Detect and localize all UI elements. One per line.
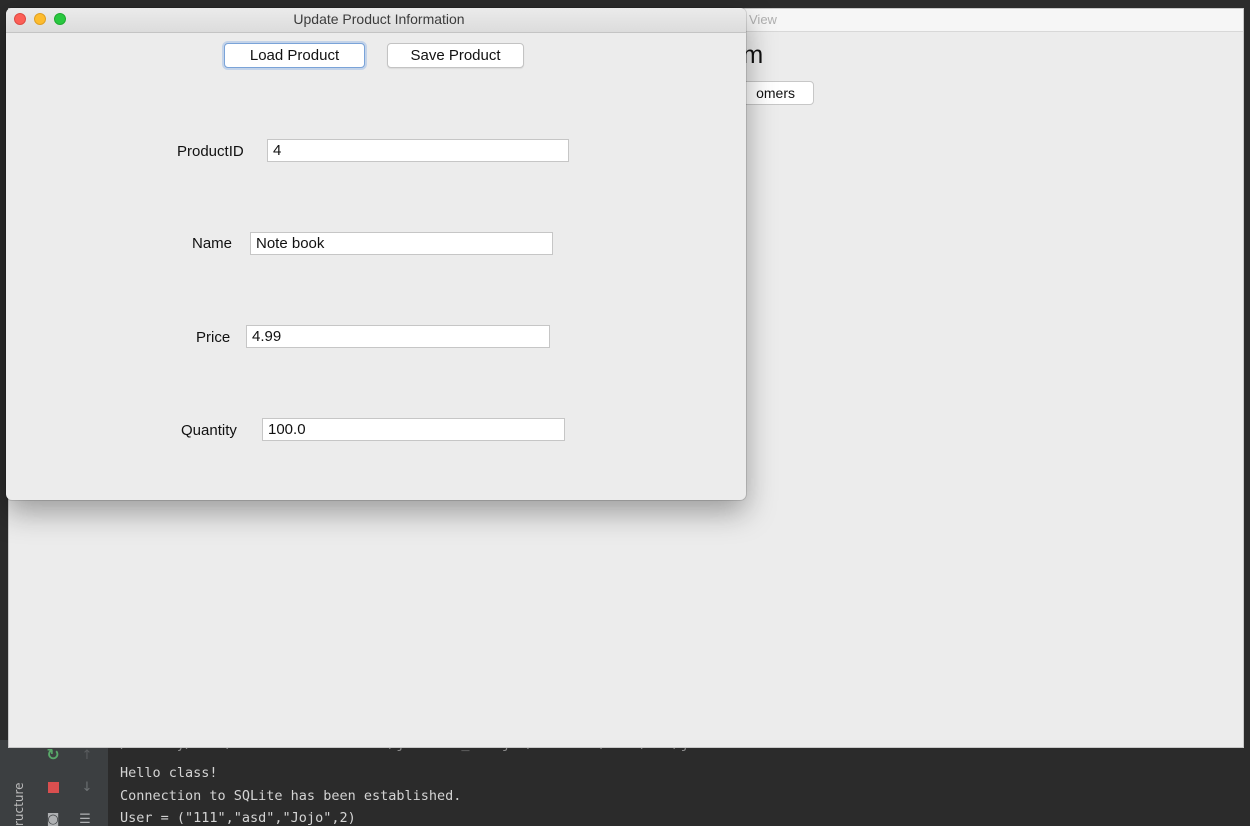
productid-label: ProductID [177, 143, 244, 160]
ide-run-console: ructure ↻ ↑ ↓ ◙ ☰ /Library/Java/JavaVirt… [0, 736, 1250, 826]
dialog-titlebar[interactable]: Update Product Information [6, 8, 746, 33]
screen: ructure ↻ ↑ ↓ ◙ ☰ /Library/Java/JavaVirt… [0, 0, 1250, 826]
console-output: /Library/Java/JavaVirtualMachines/jdk1.8… [118, 736, 1238, 826]
productid-field[interactable] [267, 139, 569, 162]
quantity-field[interactable] [262, 418, 565, 441]
console-line: Connection to SQLite has been establishe… [120, 788, 462, 804]
console-toolbar: ↻ ↑ ↓ ◙ ☰ [38, 740, 108, 826]
console-line: User = ("111","asd","Jojo",2) [120, 810, 356, 826]
price-label: Price [196, 329, 231, 346]
quantity-label: Quantity [181, 422, 237, 439]
update-product-dialog: Update Product Information Load Product … [6, 8, 746, 500]
name-field[interactable] [250, 232, 553, 255]
console-line: Hello class! [120, 765, 218, 781]
rerun-icon[interactable]: ↻ [46, 747, 60, 763]
load-product-button[interactable]: Load Product [224, 43, 365, 68]
name-label: Name [192, 235, 233, 252]
stop-icon[interactable] [48, 782, 59, 793]
camera-icon[interactable]: ◙ [46, 812, 60, 826]
down-arrow-icon[interactable]: ↓ [80, 780, 94, 794]
up-arrow-icon[interactable]: ↑ [80, 748, 94, 762]
dialog-title-bar-text: Update Product Information [6, 11, 746, 27]
structure-tab-label[interactable]: ructure [12, 783, 26, 826]
price-field[interactable] [246, 325, 550, 348]
ide-side-panel: ructure [0, 740, 39, 826]
save-product-button[interactable]: Save Product [387, 43, 524, 68]
dialog-title: Update Product Information [293, 11, 465, 27]
soft-wrap-icon[interactable]: ☰ [78, 812, 92, 826]
main-window-title: View [749, 12, 777, 27]
